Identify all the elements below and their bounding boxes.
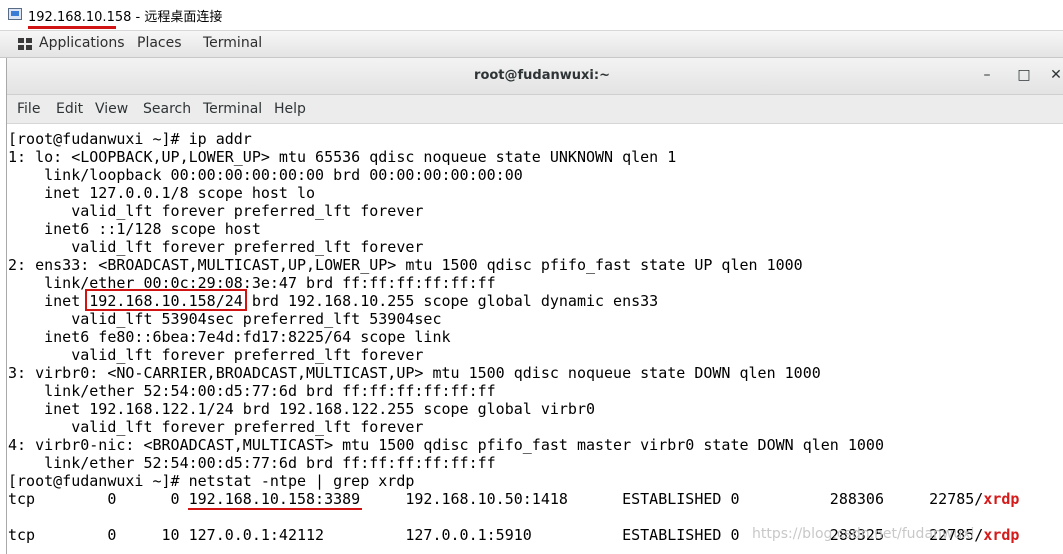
terminal-line: 4: virbr0-nic: <BROADCAST,MULTICAST> mtu… [8,436,884,454]
terminal-line: 1: lo: <LOOPBACK,UP,LOWER_UP> mtu 65536 … [8,148,677,166]
process-name: xrdp [983,490,1020,508]
terminal-app-menu[interactable]: Terminal [203,35,262,51]
netstat-row-text: tcp 0 0 192.168.10.158:3389 192.168.10.5… [8,490,984,508]
menu-view[interactable]: View [95,101,128,117]
minimize-button[interactable]: – [978,66,996,84]
rdp-title-bar: 192.168.10.158 - 远程桌面连接 [0,0,1063,31]
title-ip-underline [28,26,116,29]
watermark: https://blog.csdn.net/fudanwuxi [752,526,975,542]
terminal-line: link/ether 52:54:00:d5:77:6d brd ff:ff:f… [8,382,496,400]
menu-file[interactable]: File [17,101,40,117]
highlight-box-ip [85,289,247,311]
terminal-line: inet 192.168.122.1/24 brd 192.168.122.25… [8,400,595,418]
places-menu[interactable]: Places [137,35,182,51]
terminal-menubar: File Edit View Search Terminal Help [7,95,1063,124]
rdp-window-title: 192.168.10.158 - 远程桌面连接 [28,6,222,25]
terminal-line: [root@fudanwuxi ~]# netstat -ntpe | grep… [8,472,415,490]
terminal-line: inet 127.0.0.1/8 scope host lo [8,184,316,202]
terminal-window-title: root@fudanwuxi:~ [474,68,610,83]
remote-desktop-icon [8,8,22,20]
applications-menu[interactable]: Applications [39,35,125,51]
terminal-line: link/ether 00:0c:29:08:3e:47 brd ff:ff:f… [8,274,496,292]
terminal-line: 3: virbr0: <NO-CARRIER,BROADCAST,MULTICA… [8,364,821,382]
rdp-title-ip: 192.168.10.158 [28,10,132,25]
terminal-line: valid_lft forever preferred_lft forever [8,346,424,364]
menu-help[interactable]: Help [274,101,306,117]
terminal-output[interactable]: [root@fudanwuxi ~]# ip addr 1: lo: <LOOP… [8,130,1063,554]
terminal-line: inet6 ::1/128 scope host [8,220,261,238]
terminal-line: valid_lft forever preferred_lft forever [8,202,424,220]
menu-edit[interactable]: Edit [56,101,83,117]
terminal-line: link/loopback 00:00:00:00:00:00 brd 00:0… [8,166,523,184]
close-button[interactable]: ✕ [1047,66,1063,84]
menu-terminal[interactable]: Terminal [203,101,262,117]
terminal-line: inet6 fe80::6bea:7e4d:fd17:8225/64 scope… [8,328,451,346]
terminal-line: [root@fudanwuxi ~]# ip addr [8,130,252,148]
gnome-top-bar: Applications Places Terminal [0,31,1063,58]
terminal-line: valid_lft forever preferred_lft forever [8,418,424,436]
process-name: xrdp [983,526,1020,544]
terminal-line: link/ether 52:54:00:d5:77:6d brd ff:ff:f… [8,454,496,472]
menu-search[interactable]: Search [143,101,191,117]
terminal-titlebar[interactable]: root@fudanwuxi:~ – □ ✕ [7,58,1063,95]
maximize-button[interactable]: □ [1015,66,1033,84]
rdp-title-suffix: - 远程桌面连接 [131,10,223,25]
terminal-line: valid_lft forever preferred_lft forever [8,238,424,256]
terminal-line: valid_lft 53904sec preferred_lft 53904se… [8,310,442,328]
applications-icon [18,38,32,50]
netstat-row: tcp 0 0 192.168.10.158:3389 192.168.10.5… [8,490,1019,508]
highlight-underline-port [188,508,362,510]
terminal-line: 2: ens33: <BROADCAST,MULTICAST,UP,LOWER_… [8,256,803,274]
